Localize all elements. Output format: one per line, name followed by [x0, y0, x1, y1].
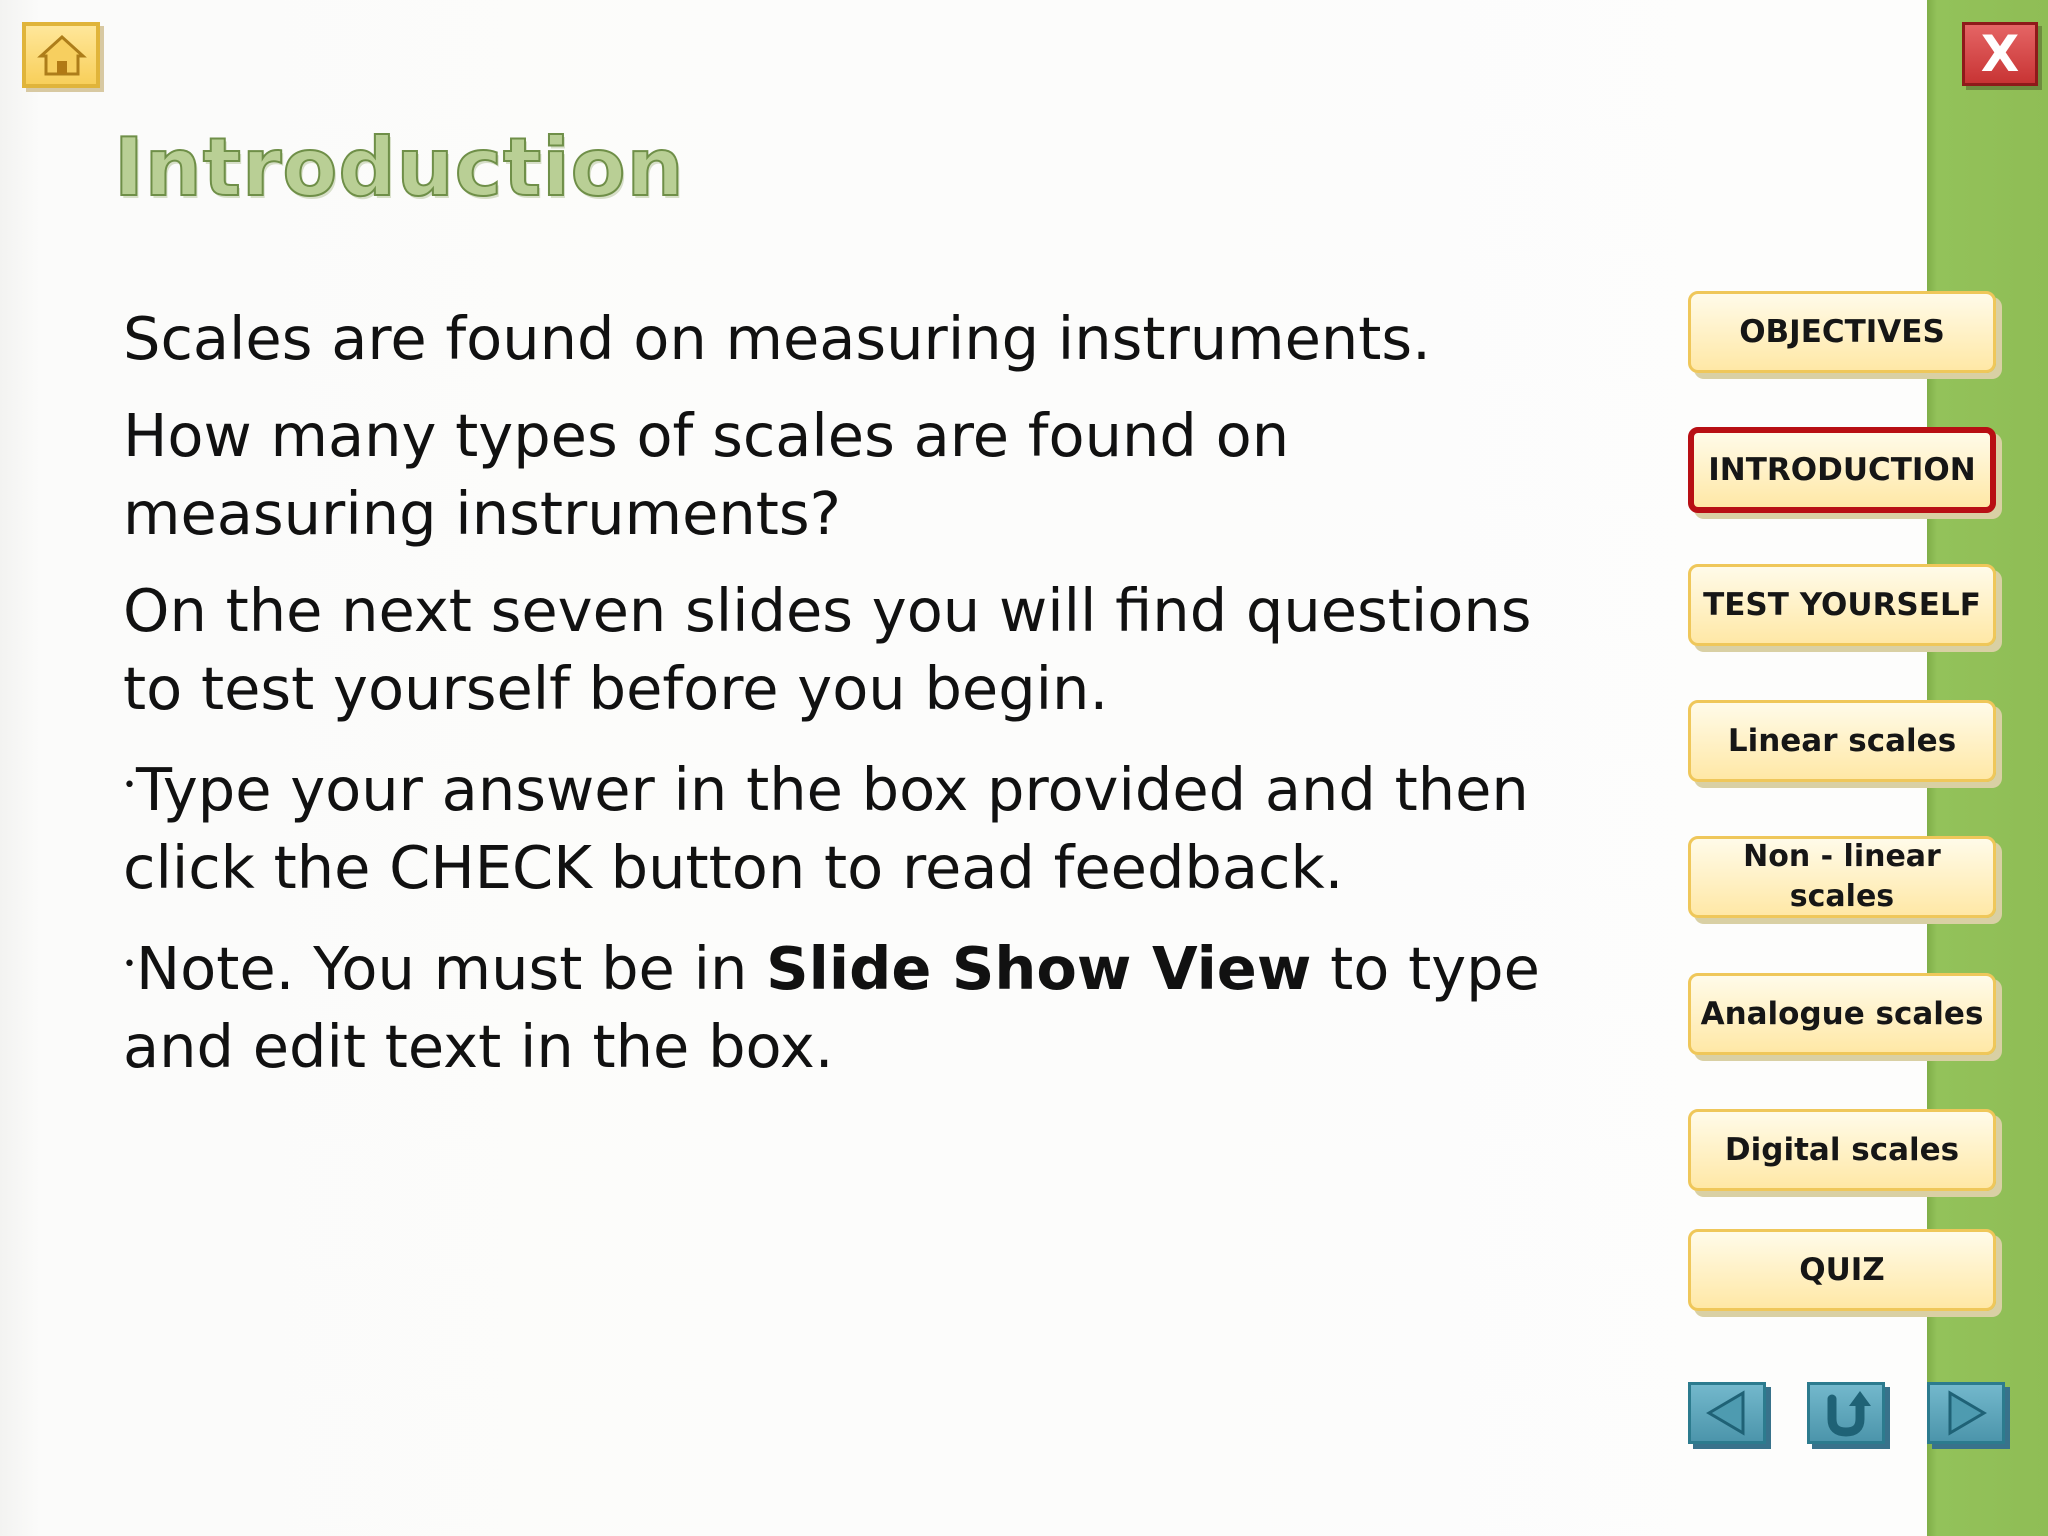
return-arrow-icon: [1827, 1391, 1871, 1437]
bullet-marker: •: [123, 952, 136, 977]
menu-test-yourself-button[interactable]: TEST YOURSELF: [1688, 564, 1996, 646]
next-slide-button[interactable]: [1927, 1382, 2005, 1444]
return-button[interactable]: [1807, 1382, 1885, 1444]
bullet-slide-show-note: •Note. You must be in Slide Show View to…: [123, 926, 1603, 1086]
page-title: Introduction: [113, 120, 685, 215]
triangle-right-icon: [1948, 1390, 1987, 1436]
menu-linear-scales-button[interactable]: Linear scales: [1688, 700, 1996, 782]
slide-body-text: Scales are found on measuring instrument…: [123, 300, 1603, 1105]
menu-objectives-button[interactable]: OBJECTIVES: [1688, 291, 1996, 373]
menu-quiz-button[interactable]: QUIZ: [1688, 1229, 1996, 1311]
close-button[interactable]: X: [1962, 22, 2038, 86]
menu-non-linear-scales-button[interactable]: Non - linear scales: [1688, 836, 1996, 918]
triangle-left-icon: [1706, 1390, 1745, 1436]
intro-instructions: On the next seven slides you will find q…: [123, 576, 1532, 723]
non-linear-label-line-2: scales: [1789, 879, 1895, 914]
menu-introduction-button[interactable]: INTRODUCTION: [1688, 427, 1996, 513]
bullet-marker: •: [123, 773, 136, 798]
note-text-before: Note. You must be in: [135, 934, 767, 1003]
menu-digital-scales-button[interactable]: Digital scales: [1688, 1109, 1996, 1191]
slide-show-view-emphasis: Slide Show View: [766, 934, 1312, 1003]
menu-analogue-scales-button[interactable]: Analogue scales: [1688, 973, 1996, 1055]
home-button[interactable]: [22, 22, 100, 88]
answer-instruction-text: Type your answer in the box provided and…: [123, 755, 1529, 902]
intro-sentence: Scales are found on measuring instrument…: [123, 304, 1431, 373]
non-linear-label-line-1: Non - linear: [1743, 839, 1941, 874]
previous-slide-button[interactable]: [1688, 1382, 1766, 1444]
intro-question: How many types of scales are found on me…: [123, 401, 1290, 548]
house-icon: [37, 34, 87, 76]
bullet-answer-instruction: •Type your answer in the box provided an…: [123, 747, 1603, 907]
